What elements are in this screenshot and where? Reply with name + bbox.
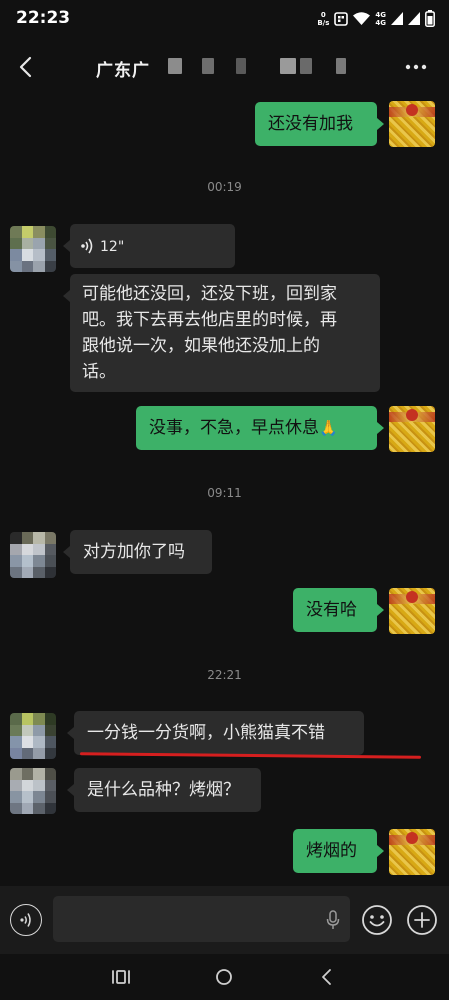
status-time: 22:23 xyxy=(16,8,71,28)
message-bubble-incoming[interactable]: 可能他还没回，还没下班，回到家 吧。我下去再去他店里的时候，再 跟他说一次，如果… xyxy=(70,274,380,392)
message-timestamp: 00:19 xyxy=(207,180,242,194)
recent-apps-icon xyxy=(112,970,130,984)
more-dots-icon xyxy=(405,64,427,70)
message-bubble-incoming[interactable]: 一分钱一分货啊，小熊猫真不错 xyxy=(74,711,364,755)
title-redaction xyxy=(168,58,182,74)
avatar[interactable] xyxy=(10,713,56,759)
annotation-underline xyxy=(79,752,422,759)
input-bar xyxy=(0,886,449,954)
title-redaction xyxy=(202,58,214,74)
home-button[interactable] xyxy=(209,962,239,992)
home-icon xyxy=(216,969,232,985)
message-line: 跟他说一次，如果他还没加上的 xyxy=(82,336,320,356)
bubble-tail xyxy=(377,118,384,130)
voice-message[interactable]: 12" xyxy=(70,224,235,268)
message-input[interactable] xyxy=(53,896,350,942)
back-icon xyxy=(322,969,331,985)
avatar[interactable] xyxy=(389,406,435,452)
wifi-icon xyxy=(353,12,371,25)
message-text: 没事，不急，早点休息 xyxy=(149,418,319,438)
avatar[interactable] xyxy=(389,829,435,875)
voice-mode-button[interactable] xyxy=(10,904,42,936)
message-bubble-outgoing[interactable]: 没有哈 xyxy=(293,588,377,632)
message-bubble-incoming[interactable]: 是什么品种？烤烟？ xyxy=(74,768,261,812)
message-line: 可能他还没回，还没下班，回到家 xyxy=(82,284,337,304)
bubble-tail xyxy=(67,784,74,796)
avatar[interactable] xyxy=(10,768,56,814)
message-bubble-outgoing[interactable]: 没事，不急，早点休息🙏 xyxy=(136,406,377,450)
bubble-tail xyxy=(377,845,384,857)
back-button[interactable] xyxy=(12,52,38,82)
chat-header: 广东广 xyxy=(0,38,449,96)
bubble-tail xyxy=(67,727,74,739)
chevron-left-icon xyxy=(19,56,32,78)
avatar[interactable] xyxy=(389,588,435,634)
nfc-icon xyxy=(334,11,349,26)
title-redaction xyxy=(236,58,246,74)
microphone-icon[interactable] xyxy=(326,910,340,930)
more-button[interactable] xyxy=(401,52,431,82)
message-line: 吧。我下去再去他店里的时候，再 xyxy=(82,310,337,330)
message-bubble-outgoing[interactable]: 烤烟的 xyxy=(293,829,377,873)
system-back-button[interactable] xyxy=(311,962,341,992)
status-bar: 22:23 0 B/s 4G 4G xyxy=(0,0,449,38)
network-type-1: 4G xyxy=(375,10,386,19)
recent-apps-button[interactable] xyxy=(106,962,136,992)
battery-icon xyxy=(425,10,435,27)
bubble-tail xyxy=(63,546,70,558)
avatar[interactable] xyxy=(389,101,435,147)
bubble-tail xyxy=(377,604,384,616)
avatar[interactable] xyxy=(10,226,56,272)
net-speed: 0 B/s xyxy=(317,11,329,27)
message-timestamp: 22:21 xyxy=(207,668,242,682)
message-bubble-incoming[interactable]: 对方加你了吗 xyxy=(70,530,212,574)
title-redaction xyxy=(336,58,346,74)
pray-emoji: 🙏 xyxy=(319,419,338,437)
title-redaction xyxy=(300,58,312,74)
message-bubble-outgoing[interactable]: 还没有加我 xyxy=(255,102,377,146)
signal-icon xyxy=(391,12,403,25)
voice-duration: 12" xyxy=(100,239,125,255)
message-timestamp: 09:11 xyxy=(207,486,242,500)
signal-icon xyxy=(408,12,420,25)
status-icons: 0 B/s 4G 4G xyxy=(317,10,435,27)
net-speed-unit: B/s xyxy=(317,18,330,27)
bubble-tail xyxy=(377,422,384,434)
chat-title: 广东广 xyxy=(96,61,150,81)
voice-mode-icon xyxy=(20,913,31,927)
emoji-icon[interactable] xyxy=(361,904,393,936)
network-type-2: 4G xyxy=(375,18,386,27)
plus-icon[interactable] xyxy=(406,904,438,936)
title-redaction xyxy=(280,58,296,74)
voice-wave-icon xyxy=(81,238,93,254)
system-navigation-bar xyxy=(0,954,449,1000)
bubble-tail xyxy=(63,240,70,252)
bubble-tail xyxy=(63,290,70,302)
net-speed-value: 0 xyxy=(320,10,326,19)
network-type: 4G 4G xyxy=(375,11,386,27)
message-line: 话。 xyxy=(82,362,116,382)
avatar[interactable] xyxy=(10,532,56,578)
